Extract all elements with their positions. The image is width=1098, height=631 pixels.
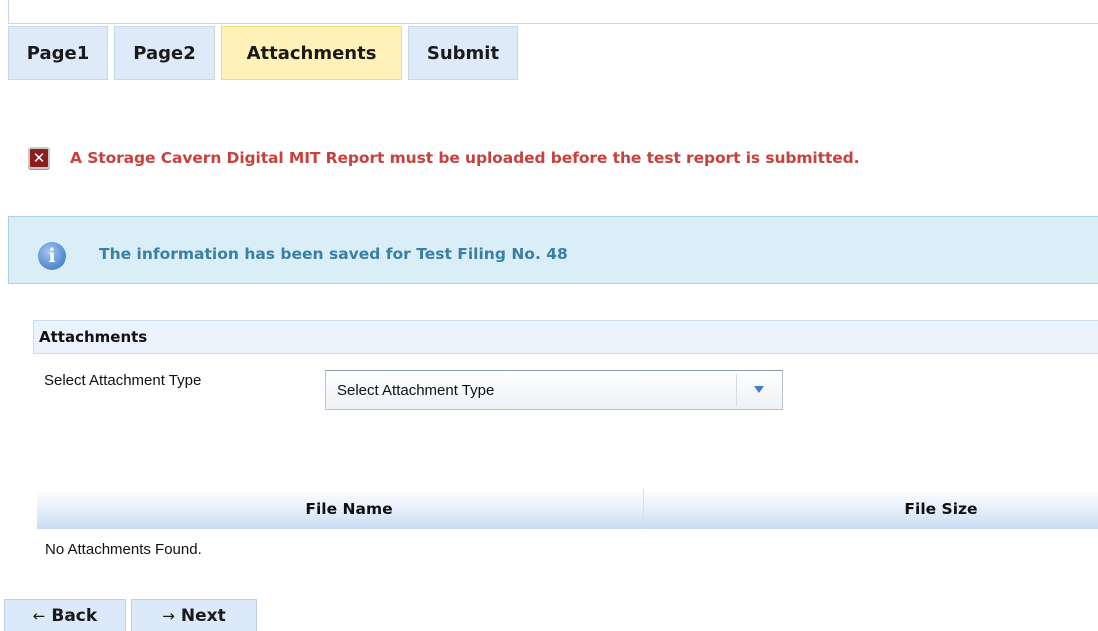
info-banner: i The information has been saved for Tes…: [8, 216, 1098, 284]
column-header-file-name[interactable]: File Name: [37, 489, 644, 529]
tab-attachments[interactable]: Attachments: [221, 26, 402, 80]
back-button[interactable]: ← Back: [4, 599, 126, 631]
attachment-type-select-value: Select Attachment Type: [337, 382, 495, 399]
tab-submit[interactable]: Submit: [408, 26, 518, 80]
error-message-row: ✕ A Storage Cavern Digital MIT Report mu…: [28, 147, 860, 169]
next-button[interactable]: → Next: [131, 599, 257, 631]
select-divider: [736, 374, 737, 406]
attachments-section-header: Attachments: [33, 320, 1098, 354]
info-message-text: The information has been saved for Test …: [99, 245, 568, 263]
attachment-type-label: Select Attachment Type: [44, 372, 202, 389]
back-button-label: Back: [51, 605, 98, 626]
column-header-file-size[interactable]: File Size: [644, 489, 1098, 529]
info-icon: i: [38, 242, 66, 270]
tab-page2[interactable]: Page2: [114, 26, 215, 80]
tab-page1[interactable]: Page1: [8, 26, 108, 80]
error-message-text: A Storage Cavern Digital MIT Report must…: [70, 149, 860, 167]
top-divider: [8, 23, 1098, 24]
tab-bar: Page1 Page2 Attachments Submit: [8, 26, 518, 80]
empty-table-message: No Attachments Found.: [45, 541, 202, 558]
section-title: Attachments: [39, 328, 148, 346]
next-button-label: Next: [180, 605, 226, 626]
chevron-down-icon[interactable]: [754, 386, 764, 393]
arrow-left-icon: ←: [32, 606, 46, 625]
attachment-type-select[interactable]: Select Attachment Type: [325, 370, 783, 410]
error-x-icon: ✕: [28, 147, 50, 169]
top-divider-left: [8, 0, 9, 23]
attachments-table-header: File Name File Size: [37, 489, 1098, 529]
arrow-right-icon: →: [162, 606, 175, 625]
